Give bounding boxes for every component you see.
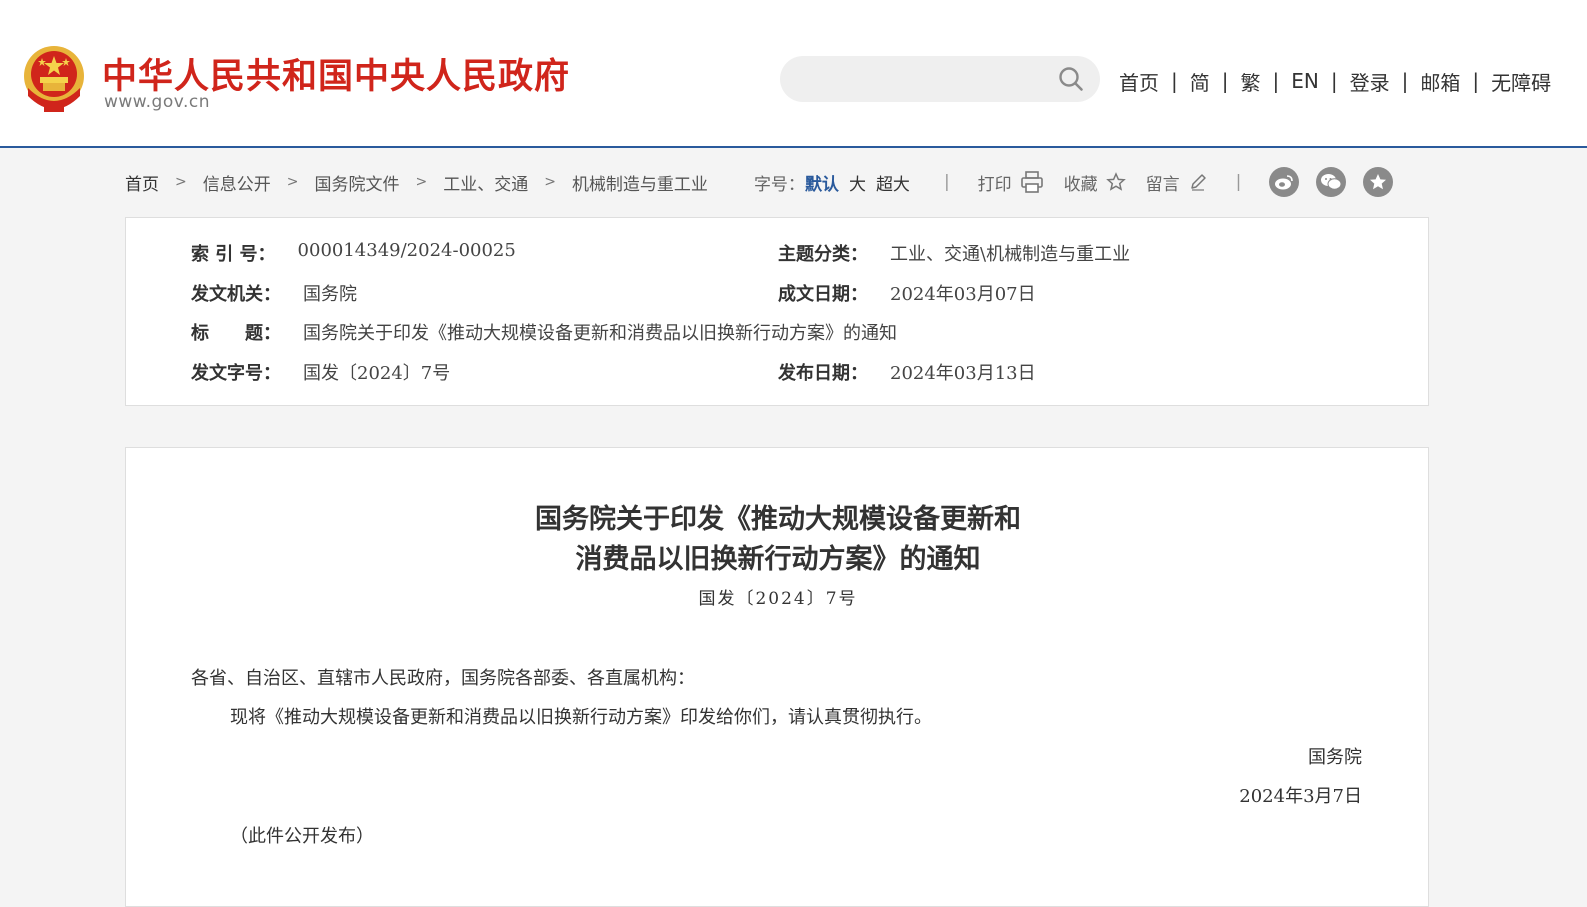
breadcrumb-home[interactable]: 首页 xyxy=(125,170,159,195)
breadcrumb-machinery[interactable]: 机械制造与重工业 xyxy=(572,170,708,195)
nav-english[interactable]: EN xyxy=(1291,69,1319,93)
meta-doc-number-label: 发文字号： xyxy=(191,363,281,384)
document-salutation: 各省、自治区、直辖市人民政府，国务院各部委、各直属机构： xyxy=(191,668,695,689)
nav-simplified[interactable]: 简 xyxy=(1190,67,1210,96)
nav-login[interactable]: 登录 xyxy=(1350,67,1390,96)
print-label: 打印 xyxy=(977,174,1012,195)
meta-written-date: 成文日期： 2024年03月07日 xyxy=(778,280,1036,306)
qzone-icon[interactable] xyxy=(1363,167,1394,197)
meta-index-value: 000014349/2024-00025 xyxy=(297,240,516,261)
meta-title-value: 国务院关于印发《推动大规模设备更新和消费品以旧换新行动方案》的通知 xyxy=(303,323,897,344)
comment-button[interactable]: 留言 xyxy=(1146,170,1208,195)
meta-issuer: 发文机关： 国务院 xyxy=(191,280,357,306)
wechat-icon[interactable] xyxy=(1316,167,1347,197)
chevron-right-icon: > xyxy=(286,174,299,190)
search-icon[interactable] xyxy=(1058,66,1084,92)
meta-title: 标 题： 国务院关于印发《推动大规模设备更新和消费品以旧换新行动方案》的通知 xyxy=(191,319,897,345)
document-title-line-1: 国务院关于印发《推动大规模设备更新和 xyxy=(535,504,1021,535)
meta-publish-date: 发布日期： 2024年03月13日 xyxy=(778,359,1036,385)
breadcrumb-bar: 首页 > 信息公开 > 国务院文件 > 工业、交通 > 机械制造与重工业 字号：… xyxy=(125,166,1430,198)
chevron-right-icon: > xyxy=(544,174,556,190)
pencil-icon xyxy=(1190,174,1206,191)
comment-label: 留言 xyxy=(1145,174,1180,195)
meta-written-date-label: 成文日期： xyxy=(778,284,868,305)
font-size-label: 字号： xyxy=(753,174,805,195)
meta-doc-number-value: 国发〔2024〕7号 xyxy=(303,363,451,384)
font-size-default[interactable]: 默认 xyxy=(805,175,839,195)
print-button[interactable]: 打印 xyxy=(978,170,1044,195)
document-paragraph: 现将《推动大规模设备更新和消费品以旧换新行动方案》印发给你们，请认真贯彻执行。 xyxy=(230,707,932,728)
document-title-line-2: 消费品以旧换新行动方案》的通知 xyxy=(575,544,981,575)
font-size-large[interactable]: 大 xyxy=(849,175,866,195)
meta-publish-date-value: 2024年03月13日 xyxy=(890,363,1036,384)
search-input[interactable] xyxy=(800,64,1054,96)
breadcrumb-info-disclosure[interactable]: 信息公开 xyxy=(203,170,271,195)
document-date: 2024年3月7日 xyxy=(1239,786,1362,807)
site-header: 中华人民共和国中央人民政府 www.gov.cn 首页 | 简 | 繁 | EN… xyxy=(0,0,1587,148)
nav-accessibility[interactable]: 无障碍 xyxy=(1491,67,1551,96)
meta-index: 索 引 号： 000014349/2024-00025 xyxy=(191,240,516,266)
breadcrumb-industry-transport[interactable]: 工业、交通 xyxy=(443,170,528,195)
nav-traditional[interactable]: 繁 xyxy=(1241,67,1261,96)
document-title: 国务院关于印发《推动大规模设备更新和 消费品以旧换新行动方案》的通知 xyxy=(126,500,1430,580)
top-nav: 首页 | 简 | 繁 | EN | 登录 | 邮箱 | 无障碍 xyxy=(1119,67,1551,96)
meta-topic-value: 工业、交通\机械制造与重工业 xyxy=(890,244,1131,265)
meta-title-label: 标 题： xyxy=(191,323,281,344)
font-size-control: 字号：默认大超大 xyxy=(754,170,910,195)
meta-index-label: 索 引 号： xyxy=(191,244,276,265)
weibo-icon[interactable] xyxy=(1269,167,1300,197)
chevron-right-icon: > xyxy=(415,174,428,190)
toolbar-divider: | xyxy=(943,172,950,192)
meta-doc-number: 发文字号： 国发〔2024〕7号 xyxy=(191,359,450,385)
meta-topic-label: 主题分类： xyxy=(778,244,868,265)
favorite-label: 收藏 xyxy=(1063,174,1098,195)
meta-topic: 主题分类： 工业、交通\机械制造与重工业 xyxy=(778,240,1130,266)
site-url: www.gov.cn xyxy=(104,92,211,112)
document-number: 国发〔2024〕7号 xyxy=(698,589,858,609)
nav-separator: | xyxy=(1171,69,1178,93)
nav-separator: | xyxy=(1272,69,1280,93)
search-box xyxy=(780,56,1100,102)
nav-separator: | xyxy=(1330,69,1338,93)
meta-issuer-label: 发文机关： xyxy=(191,284,281,305)
document-signature: 国务院 xyxy=(1308,747,1362,768)
star-outline-icon xyxy=(1105,172,1126,191)
document-publication-note: （此件公开发布） xyxy=(230,826,374,847)
document-body: 国务院关于印发《推动大规模设备更新和 消费品以旧换新行动方案》的通知 国发〔20… xyxy=(125,447,1429,907)
national-emblem-icon[interactable] xyxy=(22,44,86,116)
breadcrumb-state-council-docs[interactable]: 国务院文件 xyxy=(314,170,399,195)
document-metadata: 索 引 号： 000014349/2024-00025 主题分类： 工业、交通\… xyxy=(125,217,1429,406)
toolbar-divider: | xyxy=(1235,172,1242,192)
font-size-xlarge[interactable]: 超大 xyxy=(876,175,910,195)
meta-issuer-value: 国务院 xyxy=(303,284,357,305)
printer-icon xyxy=(1020,171,1043,193)
nav-separator: | xyxy=(1221,69,1229,93)
chevron-right-icon: > xyxy=(175,174,187,190)
favorite-button[interactable]: 收藏 xyxy=(1064,170,1126,195)
nav-separator: | xyxy=(1472,69,1480,93)
nav-mailbox[interactable]: 邮箱 xyxy=(1420,67,1460,96)
meta-publish-date-label: 发布日期： xyxy=(778,363,868,384)
nav-home[interactable]: 首页 xyxy=(1119,67,1159,96)
meta-written-date-value: 2024年03月07日 xyxy=(890,284,1036,305)
nav-separator: | xyxy=(1401,69,1409,93)
